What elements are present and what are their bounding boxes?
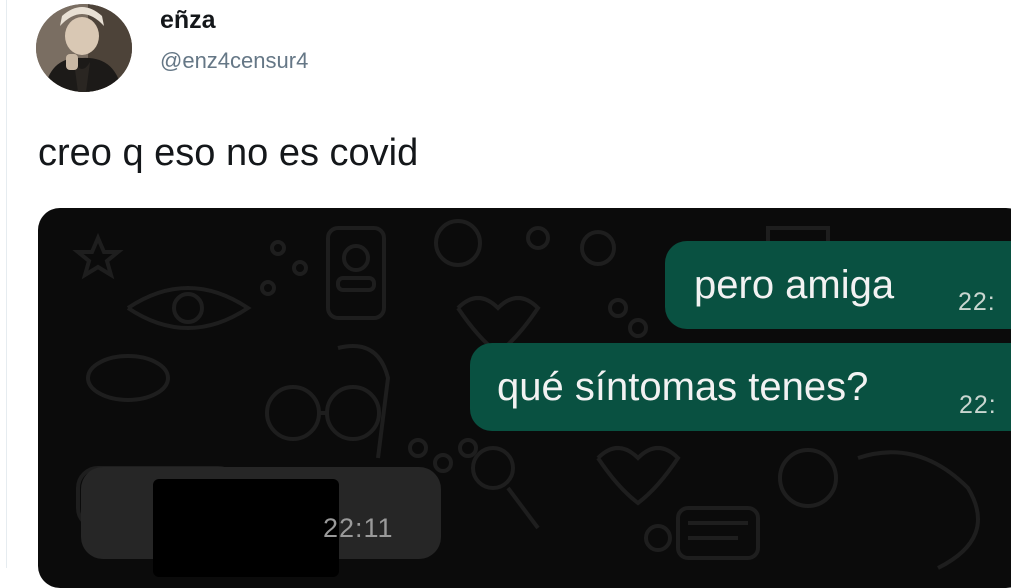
author-name[interactable]: eñza bbox=[160, 6, 216, 35]
outgoing-message[interactable]: qué síntomas tenes? 22: bbox=[470, 343, 1011, 431]
outgoing-message[interactable]: pero amiga 22: bbox=[665, 241, 1011, 329]
incoming-message[interactable]: 22:11 bbox=[81, 467, 441, 577]
tweet-card: eñza @enz4censur4 creo q eso no es covid bbox=[0, 0, 1011, 588]
author-avatar[interactable] bbox=[36, 4, 132, 92]
author-handle[interactable]: @enz4censur4 bbox=[160, 48, 308, 74]
timeline-divider bbox=[6, 0, 7, 568]
message-text: qué síntomas tenes? bbox=[497, 365, 869, 409]
chat-screenshot-image[interactable]: pero amiga 22: qué síntomas tenes? 22: 2… bbox=[38, 208, 1011, 588]
message-time: 22:11 bbox=[323, 513, 394, 543]
message-time: 22: bbox=[958, 288, 996, 316]
message-text: pero amiga bbox=[694, 263, 895, 307]
redaction-block bbox=[153, 479, 339, 577]
message-time: 22: bbox=[959, 391, 997, 419]
tweet-text: creo q eso no es covid bbox=[38, 132, 419, 174]
avatar-photo bbox=[36, 4, 132, 92]
